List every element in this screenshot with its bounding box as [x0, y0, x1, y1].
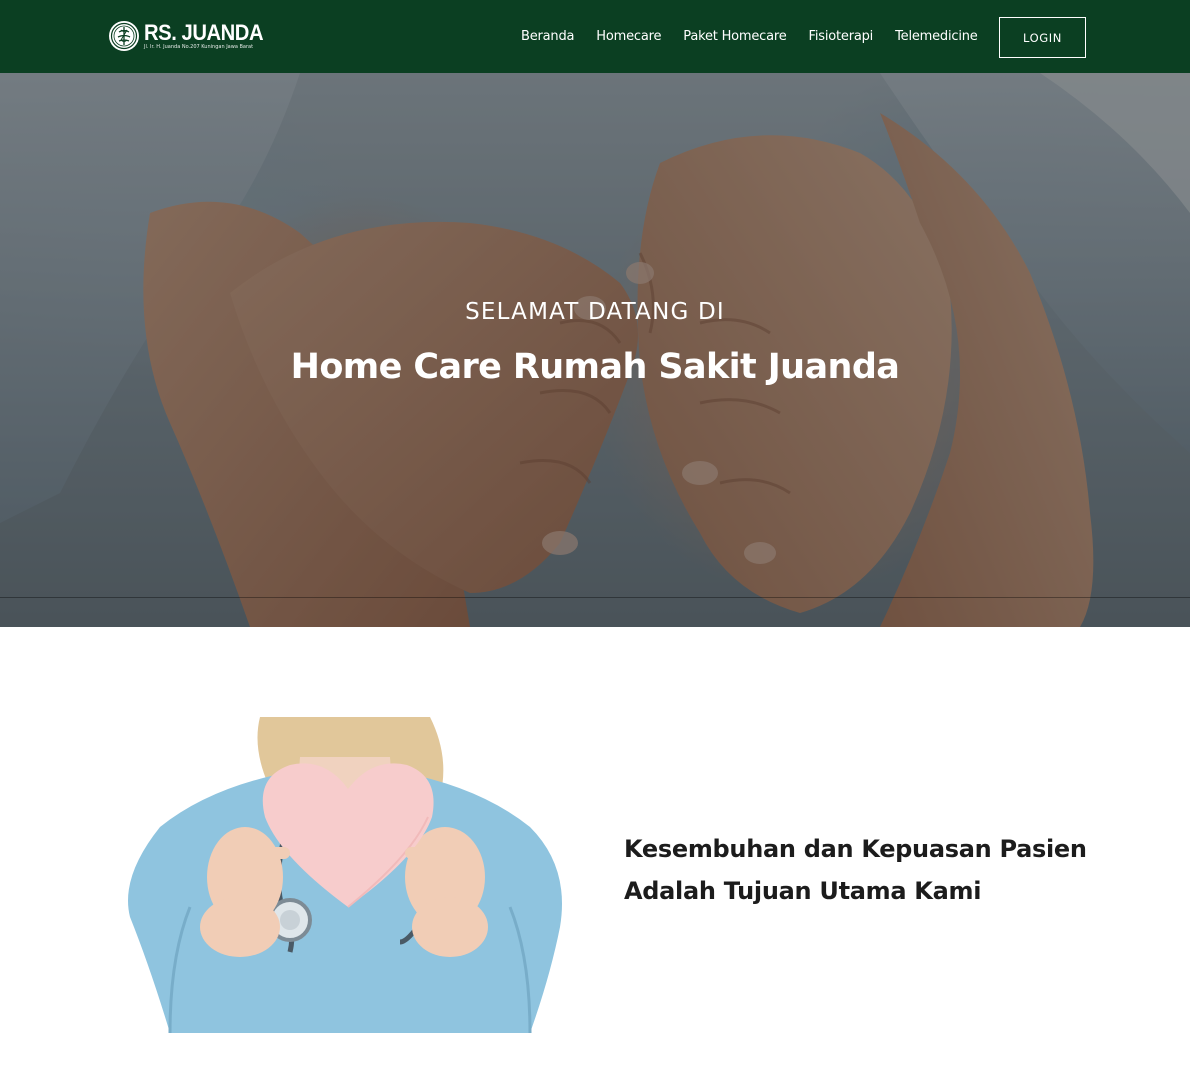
hero-title: Home Care Rumah Sakit Juanda: [290, 347, 900, 387]
nav-item-beranda[interactable]: Beranda: [510, 29, 585, 44]
nurse-heart-image: [110, 717, 574, 1033]
login-button[interactable]: LOGIN: [999, 17, 1086, 58]
brand-name: RS. JUANDA: [144, 20, 264, 45]
brand-text: RS. JUANDA Jl. Ir. H. Juanda No.207 Kuni…: [144, 22, 273, 50]
about-heading-line2: Adalah Tujuan Utama Kami: [624, 877, 982, 905]
hospital-emblem-icon: [109, 21, 139, 51]
nav-item-paket-homecare[interactable]: Paket Homecare: [672, 29, 797, 44]
hero-banner: SELAMAT DATANG DI Home Care Rumah Sakit …: [0, 73, 1190, 627]
hero-kicker: SELAMAT DATANG DI: [465, 299, 725, 325]
about-heading-line1: Kesembuhan dan Kepuasan Pasien: [624, 835, 1087, 863]
nav-item-telemedicine[interactable]: Telemedicine: [884, 29, 988, 44]
nav-item-fisioterapi[interactable]: Fisioterapi: [798, 29, 885, 44]
hero-divider: [0, 597, 1190, 598]
about-heading: Kesembuhan dan Kepuasan Pasien Adalah Tu…: [624, 828, 1094, 912]
nurse-holding-heart-illustration: [128, 717, 562, 1033]
site-navbar: RS. JUANDA Jl. Ir. H. Juanda No.207 Kuni…: [0, 0, 1190, 73]
brand-logo-link[interactable]: RS. JUANDA Jl. Ir. H. Juanda No.207 Kuni…: [108, 20, 273, 52]
main-nav-menu: Beranda Homecare Paket Homecare Fisioter…: [510, 0, 989, 73]
brand-address: Jl. Ir. H. Juanda No.207 Kuningan Jawa B…: [144, 44, 254, 50]
nav-item-homecare[interactable]: Homecare: [585, 29, 672, 44]
